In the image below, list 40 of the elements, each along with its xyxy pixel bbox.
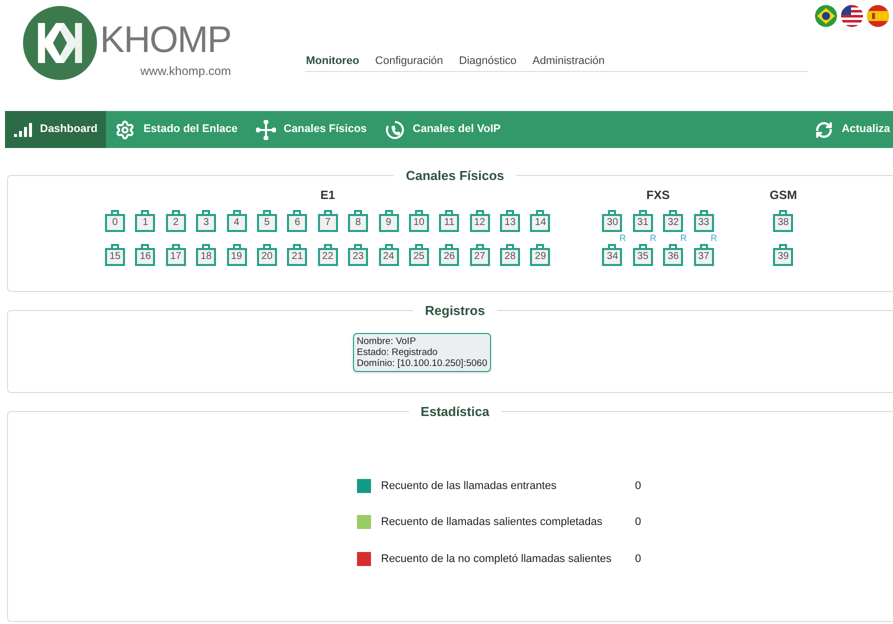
phone-circle-icon — [384, 120, 405, 140]
branch-icon — [256, 120, 276, 140]
nav-tab[interactable]: Canales del VoIP — [376, 111, 510, 148]
logo-wordmark: KHOMP — [100, 21, 232, 58]
nav-tab[interactable]: Dashboard — [5, 111, 106, 148]
signal-bars-icon — [14, 122, 32, 136]
registration-line: Nombre: VoIP — [356, 336, 417, 346]
statistic-label: Recuento de las llamadas entrantes — [381, 478, 558, 494]
port-mark: R — [619, 234, 626, 242]
statistic-label: Recuento de llamadas salientes completadas — [381, 515, 604, 530]
statistic-value: 0 — [635, 478, 642, 494]
panel-title: Canales Físicos — [404, 167, 506, 185]
brazil-flag-icon[interactable] — [814, 4, 838, 28]
top-menu-link[interactable]: Configuración — [375, 56, 444, 67]
settings-icon — [115, 120, 136, 140]
panel-title: Registros — [424, 302, 486, 320]
statistic-value: 0 — [635, 515, 642, 530]
statistic-label: Recuento de la no completó llamadas salientes — [381, 552, 613, 566]
registration-line: Estado: Registrado — [356, 346, 439, 358]
channel-group-title: FXS — [646, 186, 670, 204]
spain-flag-icon[interactable] — [866, 4, 890, 28]
usa-flag-icon[interactable] — [840, 4, 864, 28]
top-menu-link[interactable]: Administración — [532, 56, 605, 67]
logo-url: www.khomp.com — [140, 63, 232, 80]
channel-group-title: GSM — [770, 186, 797, 204]
logo-emblem-icon — [22, 5, 98, 81]
nav-tab[interactable]: Canales Físicos — [246, 111, 376, 148]
channel-group-title: E1 — [320, 186, 336, 204]
nav-tab[interactable]: Estado del Enlace — [106, 111, 247, 148]
top-menu-link[interactable]: Diagnóstico — [459, 56, 517, 67]
panel-title: Estadística — [420, 403, 490, 421]
refresh-button[interactable]: Actualiza — [810, 111, 891, 148]
refresh-icon — [814, 120, 833, 138]
khomp-logo[interactable]: KHOMP www.khomp.com — [22, 5, 262, 111]
port-mark: R — [650, 234, 656, 242]
statistic-value: 0 — [635, 552, 642, 566]
top-menu-link[interactable]: Monitoreo — [306, 56, 360, 67]
port-mark: R — [710, 234, 718, 242]
registration-line: Domínio: [10.100.10.250]:5060 — [356, 358, 488, 368]
port-mark: R — [680, 234, 687, 242]
